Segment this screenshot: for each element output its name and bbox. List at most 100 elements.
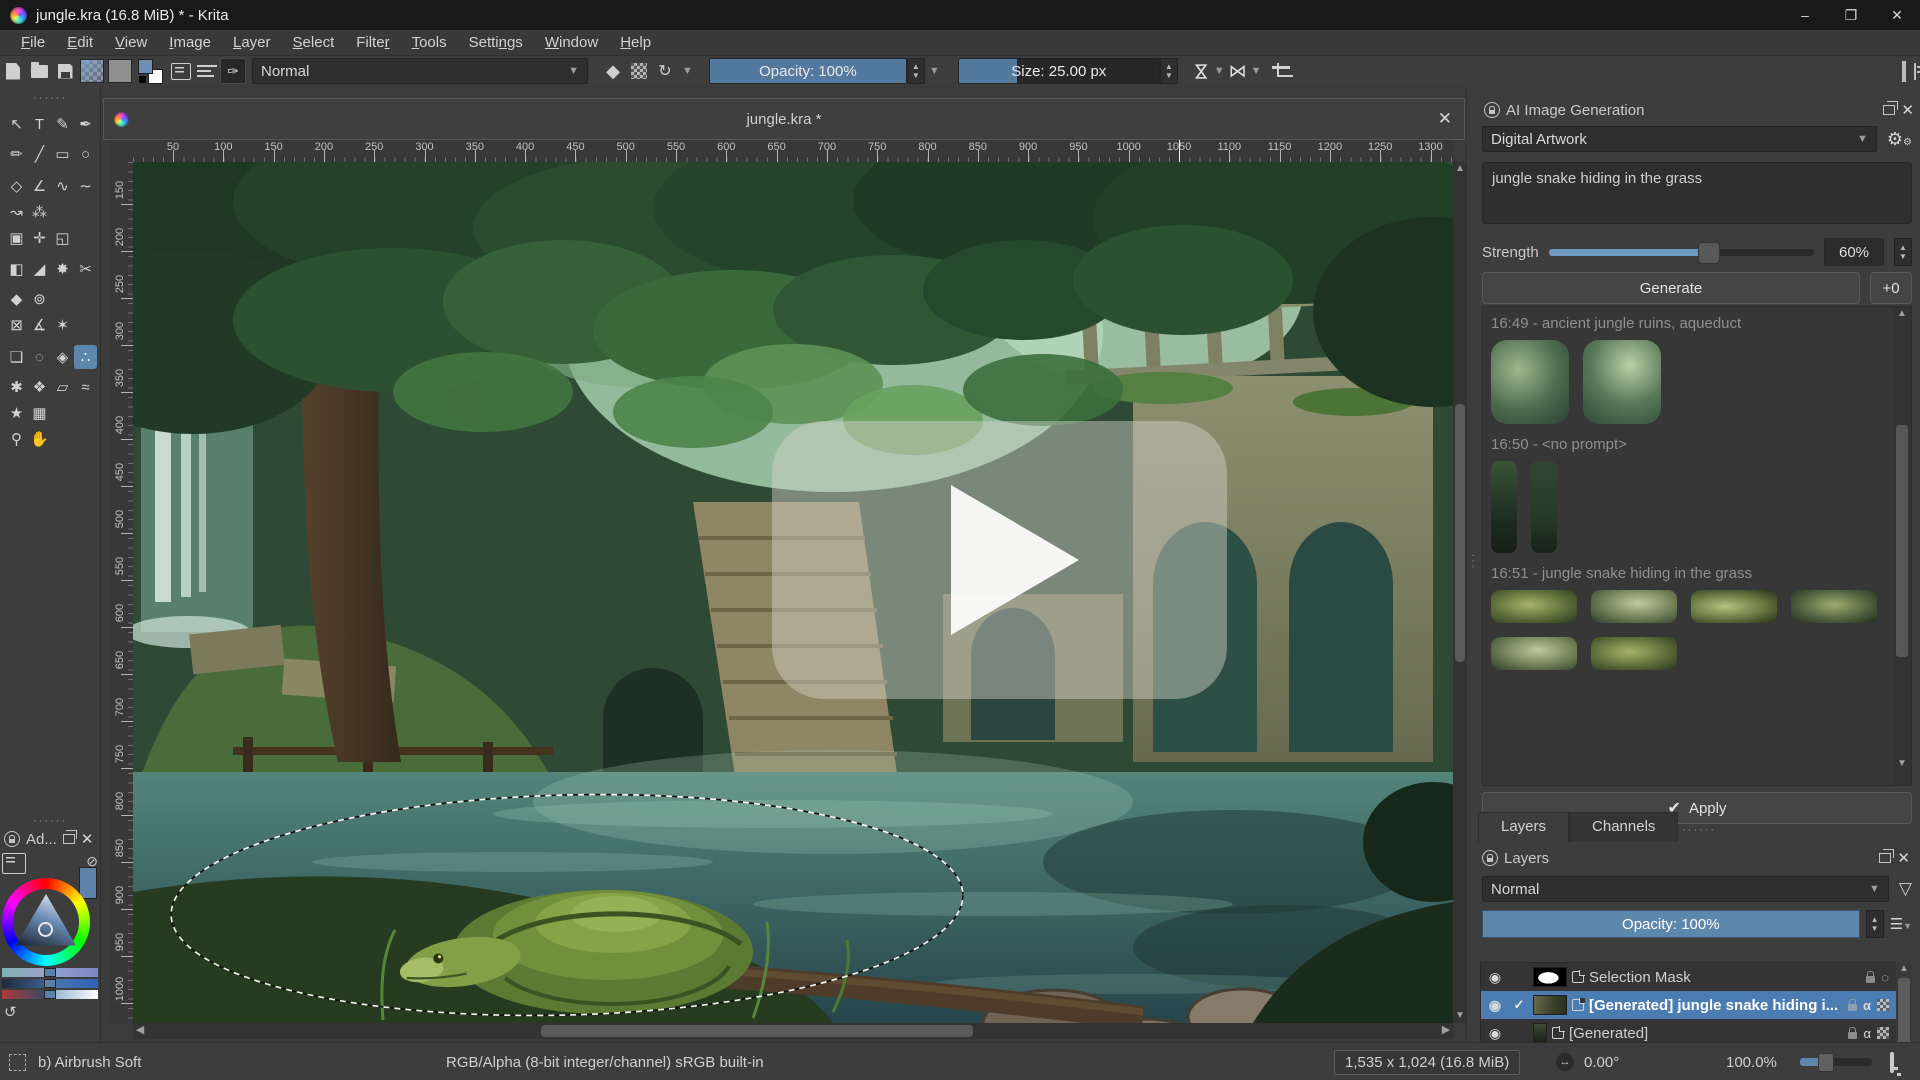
edit-brush-settings-button[interactable]	[194, 58, 220, 84]
layer-thumbnail[interactable]	[1533, 1023, 1547, 1043]
refresh-colors-icon[interactable]: ↺	[0, 1001, 100, 1023]
history-thumbnail[interactable]	[1591, 590, 1677, 623]
tool-ellipse-select[interactable]: ◌	[28, 345, 51, 369]
gradient-chooser[interactable]	[80, 59, 104, 83]
document-close-icon[interactable]: ✕	[1438, 109, 1452, 129]
maximize-button[interactable]: ❐	[1828, 0, 1874, 30]
size-slider[interactable]: Size: 25.00 px	[957, 58, 1160, 84]
blend-mode-combo[interactable]: Normal ▼	[252, 58, 588, 84]
menu-filter[interactable]: Filter	[345, 32, 400, 53]
strength-value[interactable]: 60%	[1824, 238, 1884, 266]
history-scrollbar[interactable]: ▲ ▼	[1893, 307, 1911, 785]
docker-lock-icon[interactable]	[1482, 850, 1498, 866]
menu-window[interactable]: Window	[534, 32, 609, 53]
lock-icon[interactable]	[1848, 1027, 1858, 1039]
history-thumbnail[interactable]	[1491, 637, 1577, 670]
strength-slider[interactable]	[1548, 241, 1814, 264]
tool-select-shapes[interactable]: ↖	[5, 112, 28, 136]
tool-bezier-curve[interactable]: ∿	[51, 174, 74, 198]
menu-tools[interactable]: Tools	[401, 32, 458, 53]
tool-rectangle[interactable]: ▭	[51, 142, 74, 166]
lock-icon[interactable]	[1848, 999, 1857, 1011]
zoom-slider-handle[interactable]	[1818, 1053, 1834, 1072]
tool-multibrush[interactable]: ⁂	[28, 200, 51, 224]
current-color-swatch[interactable]	[79, 867, 97, 899]
history-thumbnail[interactable]	[1531, 461, 1557, 553]
prompt-input[interactable]: jungle snake hiding in the grass	[1482, 162, 1912, 224]
float-docker-icon[interactable]	[1883, 101, 1898, 115]
canvas-rotation-icon[interactable]: ↔	[1556, 1053, 1574, 1071]
blending-options-icon[interactable]: ☰▼	[1890, 915, 1912, 933]
tool-ellipse[interactable]: ○	[74, 142, 97, 166]
strength-spinner[interactable]: ▲ ▼	[1894, 238, 1912, 266]
layer-filter-icon[interactable]: ▽	[1899, 879, 1912, 899]
tool-pattern-stamp[interactable]: ▦	[28, 401, 51, 425]
chevron-down-icon[interactable]: ▼	[1214, 65, 1225, 77]
tool-move[interactable]: ✛	[28, 226, 51, 250]
scroll-down-icon[interactable]: ▼	[1893, 757, 1911, 771]
close-icon[interactable]: ✕	[81, 830, 94, 848]
generate-button[interactable]: Generate	[1482, 272, 1860, 304]
fg-bg-color-selector[interactable]	[138, 58, 164, 84]
tab-channels[interactable]: Channels	[1569, 812, 1679, 842]
scroll-up-icon[interactable]: ▲	[1453, 162, 1467, 176]
layer-row[interactable]: ◉ Selection Mask ◌	[1481, 963, 1911, 991]
layer-check-icon[interactable]: ✓	[1510, 997, 1528, 1013]
menu-edit[interactable]: Edit	[56, 32, 104, 53]
tool-assistants[interactable]: ⊠	[5, 313, 28, 337]
tool-magnetic-select[interactable]: ≈	[74, 375, 97, 399]
inherit-alpha-icon[interactable]	[1877, 999, 1889, 1011]
tool-polygon-select[interactable]: ◈	[51, 345, 74, 369]
menu-settings[interactable]: Settings	[458, 32, 534, 53]
mirror-horizontal-icon[interactable]: ⋈	[1190, 62, 1211, 80]
tool-smart-patch[interactable]: ✂	[74, 257, 97, 281]
selector-settings-icon[interactable]	[2, 853, 26, 874]
layer-visibility-icon[interactable]: ◉	[1485, 997, 1505, 1014]
menu-file[interactable]: File	[10, 32, 56, 53]
save-button[interactable]	[52, 58, 78, 84]
strength-handle[interactable]	[1697, 241, 1720, 264]
close-icon[interactable]: ✕	[1897, 849, 1910, 867]
shade-strip[interactable]	[2, 990, 98, 999]
canvas-rotation-value[interactable]: 0.00°	[1584, 1054, 1619, 1071]
opacity-slider[interactable]: Opacity: 100%	[708, 58, 907, 84]
scroll-left-icon[interactable]: ◀	[133, 1023, 147, 1037]
shade-strip[interactable]	[2, 979, 98, 988]
tool-polygon[interactable]: ◇	[5, 174, 28, 198]
color-wheel[interactable]	[2, 878, 90, 966]
scroll-up-icon[interactable]: ▲	[1893, 307, 1911, 321]
tool-transform[interactable]: ▣	[5, 226, 28, 250]
tool-star-shape[interactable]: ★	[5, 401, 28, 425]
tool-crop[interactable]: ◱	[51, 226, 74, 250]
alpha-icon[interactable]: α	[1863, 1026, 1871, 1041]
layer-thumbnail[interactable]	[1533, 967, 1567, 987]
tool-measure[interactable]: ∡	[28, 313, 51, 337]
tool-freehand-path[interactable]: ∼	[74, 174, 97, 198]
preserve-alpha-button[interactable]	[626, 58, 652, 84]
tool-line[interactable]: ╱	[28, 142, 51, 166]
tool-text[interactable]: T	[28, 112, 51, 136]
tool-zoom[interactable]: ⚲	[5, 427, 28, 451]
history-thumbnail[interactable]	[1583, 340, 1661, 424]
docker-lock-icon[interactable]	[4, 831, 20, 847]
mirror-vertical-icon[interactable]: ⋈	[1229, 61, 1247, 82]
tool-gradient[interactable]: ◧	[5, 257, 28, 281]
queue-count-button[interactable]: +0	[1870, 272, 1912, 304]
layer-opacity-slider[interactable]: Opacity: 100%	[1482, 910, 1860, 938]
float-docker-icon[interactable]	[1879, 849, 1894, 863]
canvas-viewport[interactable]	[133, 162, 1453, 1023]
video-play-overlay[interactable]	[772, 421, 1227, 699]
history-thumbnail[interactable]	[1591, 637, 1677, 670]
history-thumbnail[interactable]	[1491, 461, 1517, 553]
history-thumbnail[interactable]	[1691, 590, 1777, 623]
v-scroll-thumb[interactable]	[1455, 404, 1465, 662]
menu-layer[interactable]: Layer	[222, 32, 282, 53]
toolbox-drag-handle[interactable]: ······	[0, 92, 100, 104]
generation-history[interactable]: 16:49 - ancient jungle ruins, aqueduct 16…	[1482, 306, 1912, 786]
shade-strip[interactable]	[2, 968, 98, 977]
tool-similar-select[interactable]: ❖	[28, 375, 51, 399]
tool-contiguous-select[interactable]: ✱	[5, 375, 28, 399]
size-spinner[interactable]: ▲ ▼	[1159, 58, 1178, 84]
close-button[interactable]: ✕	[1874, 0, 1920, 30]
tab-layers[interactable]: Layers	[1478, 812, 1570, 842]
